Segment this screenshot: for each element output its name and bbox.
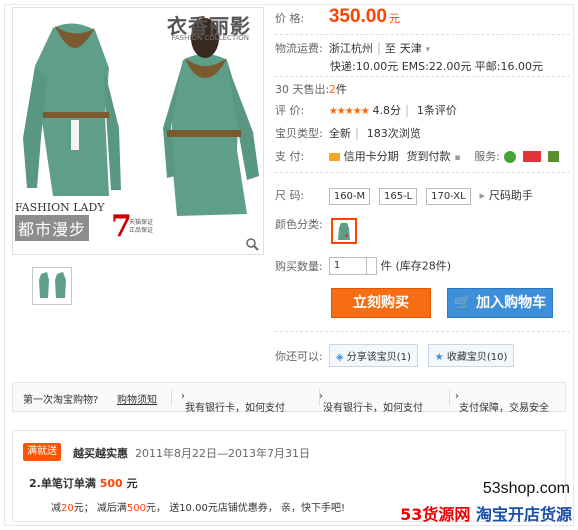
divider <box>275 331 570 332</box>
divider <box>275 34 570 35</box>
image-watermark: FASHION LADY 都市漫步 7 天猫保证 正品保证 <box>15 201 155 253</box>
share-button[interactable]: ◈ 分享该宝贝(1) <box>328 344 418 367</box>
rating-label: 评 价: <box>275 104 305 117</box>
product-image[interactable]: 衣香丽影 FASHION COLLECTION FASHION LADY 都市漫… <box>12 7 264 255</box>
service-label: 服务: <box>474 150 500 163</box>
sales-unit: 件 <box>335 83 347 96</box>
payment-label: 支 付: <box>275 150 305 163</box>
color-swatch-image <box>338 223 350 240</box>
shipping-to-sep: 至 <box>384 42 396 55</box>
size-label: 尺 码: <box>275 189 305 202</box>
site-watermark-url: 53shop.com <box>482 480 570 497</box>
size-helper-link[interactable]: 尺码助手 <box>489 189 533 202</box>
size-row: 尺 码: 160-M 165-L 170-XL ▸ 尺码助手 <box>275 187 533 205</box>
thumbnail-image <box>39 272 66 298</box>
shipping-to[interactable]: 天津 <box>400 42 422 55</box>
payment-method2[interactable]: 货到付款 <box>406 150 450 163</box>
divider <box>275 172 570 173</box>
review-count-link[interactable]: 1条评价 <box>417 104 457 117</box>
tip-link-1[interactable]: › 我有银行卡，如何支付 <box>181 391 285 414</box>
info-icon[interactable]: ▪ <box>454 153 460 163</box>
item-type-row: 宝贝类型: 全新 | 183次浏览 <box>275 126 421 140</box>
price-unit: 元 <box>388 12 400 25</box>
quantity-label: 购买数量: <box>275 259 323 273</box>
shipping-label: 物流运费: <box>275 42 323 55</box>
price-row: 价 格: 350.00 元 <box>275 6 400 28</box>
color-option[interactable] <box>331 218 357 244</box>
service-badge-icon[interactable] <box>503 150 516 163</box>
tip-link-2[interactable]: › 没有银行卡，如何支付 <box>319 391 423 414</box>
add-to-cart-label: 加入购物车 <box>476 295 547 311</box>
size-option[interactable]: 170-XL <box>426 188 471 205</box>
rating-row: 评 价: ★★★★★ 4.8分 | 1条评价 <box>275 103 457 117</box>
size-option[interactable]: 165-L <box>378 188 418 205</box>
share-row: 你还可以: ◈ 分享该宝贝(1) ★ 收藏宝贝(10) <box>275 344 520 367</box>
color-label: 颜色分类: <box>275 218 323 231</box>
shipping-fees: 快递:10.00元 EMS:22.00元 平邮:16.00元 <box>330 60 544 73</box>
watermark-line2: 都市漫步 <box>15 215 90 241</box>
payment-row: 支 付: 信用卡分期 货到付款 ▪ 服务: <box>275 148 560 164</box>
thumbnail[interactable] <box>32 267 72 305</box>
chevron-down-icon[interactable]: ▾ <box>426 45 431 55</box>
credit-card-icon <box>328 152 340 161</box>
item-type-value: 全新 <box>328 127 351 140</box>
share-icon: ◈ <box>335 352 344 363</box>
color-row: 颜色分类: <box>275 216 325 232</box>
star-icon: ★ <box>434 352 444 363</box>
quantity-input[interactable]: 1 <box>328 257 367 275</box>
tip-link-3[interactable]: › 支付保障，交易安全 <box>455 391 549 414</box>
zoom-icon[interactable] <box>245 237 259 251</box>
shopping-guide-link[interactable]: 购物须知 <box>117 391 157 406</box>
promo-tag: 满就送 <box>23 443 61 461</box>
sales-label: 30 天售出: <box>275 83 330 96</box>
size-option[interactable]: 160-M <box>328 188 371 205</box>
promo-detail: 减20元； 减后满500元， 送10.00元店铺优惠券， 亲，快下手吧! <box>51 503 346 514</box>
price-value: 350.00 <box>328 6 387 27</box>
tmall-badge-icon[interactable] <box>522 151 541 162</box>
quantity-unit: 件 <box>380 259 392 273</box>
quantity-stepper[interactable] <box>366 257 377 275</box>
add-to-cart-button[interactable]: 🛒 加入购物车 <box>447 288 553 318</box>
site-watermark-brand: 53货源网 淘宝开店货源 <box>400 505 572 524</box>
divider <box>275 76 570 77</box>
quantity-row: 购买数量: 1 件 (库存28件) <box>275 257 451 275</box>
watermark-line1: FASHION LADY <box>15 201 105 214</box>
rating-score: 4.8分 <box>372 104 401 117</box>
shopping-tips-bar: 第一次淘宝购物? 购物须知 › 我有银行卡，如何支付 › 没有银行卡，如何支付 … <box>12 382 566 414</box>
ruler-icon: ▸ <box>479 189 486 202</box>
view-count: 183次浏览 <box>366 127 421 140</box>
buy-now-button[interactable]: 立刻购买 <box>331 288 431 318</box>
brand-subtitle: FASHION COLLECTION <box>171 34 249 42</box>
price-label: 价 格: <box>275 12 305 25</box>
promo-condition: 2.单笔订单满 500 元 <box>29 477 138 490</box>
payment-method1[interactable]: 信用卡分期 <box>344 150 399 163</box>
sales-value: 2 <box>328 83 336 96</box>
rating-stars: ★★★★★ <box>328 106 370 117</box>
stock-count: (库存28件) <box>395 259 452 273</box>
shipping-from: 浙江杭州 <box>328 42 373 55</box>
first-time-text: 第一次淘宝购物? <box>23 395 99 406</box>
guarantee-badge-icon[interactable] <box>548 151 560 162</box>
shipping-row: 物流运费: 浙江杭州 | 至 天津 ▾ <box>275 41 431 55</box>
share-label: 你还可以: <box>275 350 323 363</box>
watermark-small: 天猫保证 正品保证 <box>129 219 154 234</box>
sales-row: 30 天售出: 2件 <box>275 81 347 97</box>
favorite-button[interactable]: ★ 收藏宝贝(10) <box>427 344 515 367</box>
item-type-label: 宝贝类型: <box>275 127 323 140</box>
promo-title: 越买越实惠 <box>73 447 128 460</box>
promo-date: 2011年8月22日—2013年7月31日 <box>135 447 310 460</box>
cart-icon: 🛒 <box>453 295 472 311</box>
